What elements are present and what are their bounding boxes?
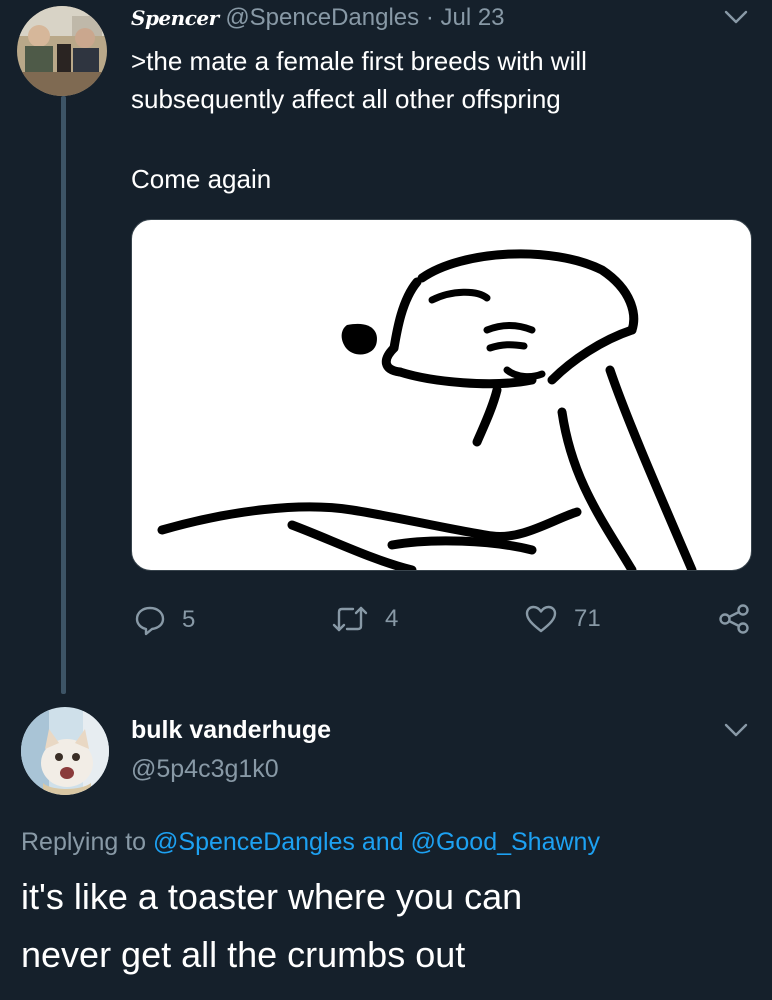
tweet-text-line: it's like a toaster where you can [21, 876, 523, 917]
retweet-button[interactable]: 4 [331, 604, 398, 634]
reply-icon [135, 606, 165, 636]
replying-to: Replying to @SpenceDangles and @Good_Sha… [21, 828, 600, 857]
share-icon [719, 604, 749, 634]
share-button[interactable] [717, 603, 751, 640]
replying-prefix: Replying to [21, 828, 147, 856]
like-count: 71 [574, 605, 601, 632]
thread-line [61, 96, 66, 694]
heart-icon [525, 605, 557, 633]
tweet-image[interactable] [131, 219, 752, 571]
retweet-icon [332, 606, 368, 632]
tweet-date[interactable]: Jul 23 [440, 4, 504, 31]
reply-count: 5 [182, 606, 196, 633]
tweet-text: it's like a toaster where you can never … [21, 868, 761, 984]
handle[interactable]: @5p4c3g1k0 [131, 755, 279, 784]
mention-link[interactable]: @Good_Shawny [411, 828, 600, 856]
separator: · [425, 4, 434, 31]
avatar-spencer[interactable] [17, 6, 107, 96]
tweet-text-line: subsequently affect all other offspring [131, 84, 561, 114]
tweet-header: Spencer @SpenceDangles · Jul 23 [131, 4, 505, 32]
avatar-bulk-vanderhuge[interactable] [21, 707, 109, 795]
retweet-count: 4 [385, 605, 399, 632]
mention-link[interactable]: @SpenceDangles [153, 828, 355, 856]
display-name[interactable]: Spencer [131, 6, 219, 30]
reply-button[interactable]: 5 [134, 604, 195, 636]
tweet-text: >the mate a female first breeds with wil… [131, 42, 751, 198]
tweet-text-line: >the mate a female first breeds with wil… [131, 46, 587, 76]
meme-drawing [157, 249, 697, 570]
display-name[interactable]: bulk vanderhuge [131, 716, 331, 745]
like-button[interactable]: 71 [524, 604, 601, 634]
tweet-text-line: Come again [131, 164, 272, 194]
tweet-text-line: never get all the crumbs out [21, 934, 466, 975]
chevron-down-icon[interactable] [724, 9, 748, 30]
replying-and: and [361, 828, 404, 856]
handle[interactable]: @SpenceDangles [225, 4, 419, 31]
chevron-down-icon[interactable] [724, 722, 748, 743]
